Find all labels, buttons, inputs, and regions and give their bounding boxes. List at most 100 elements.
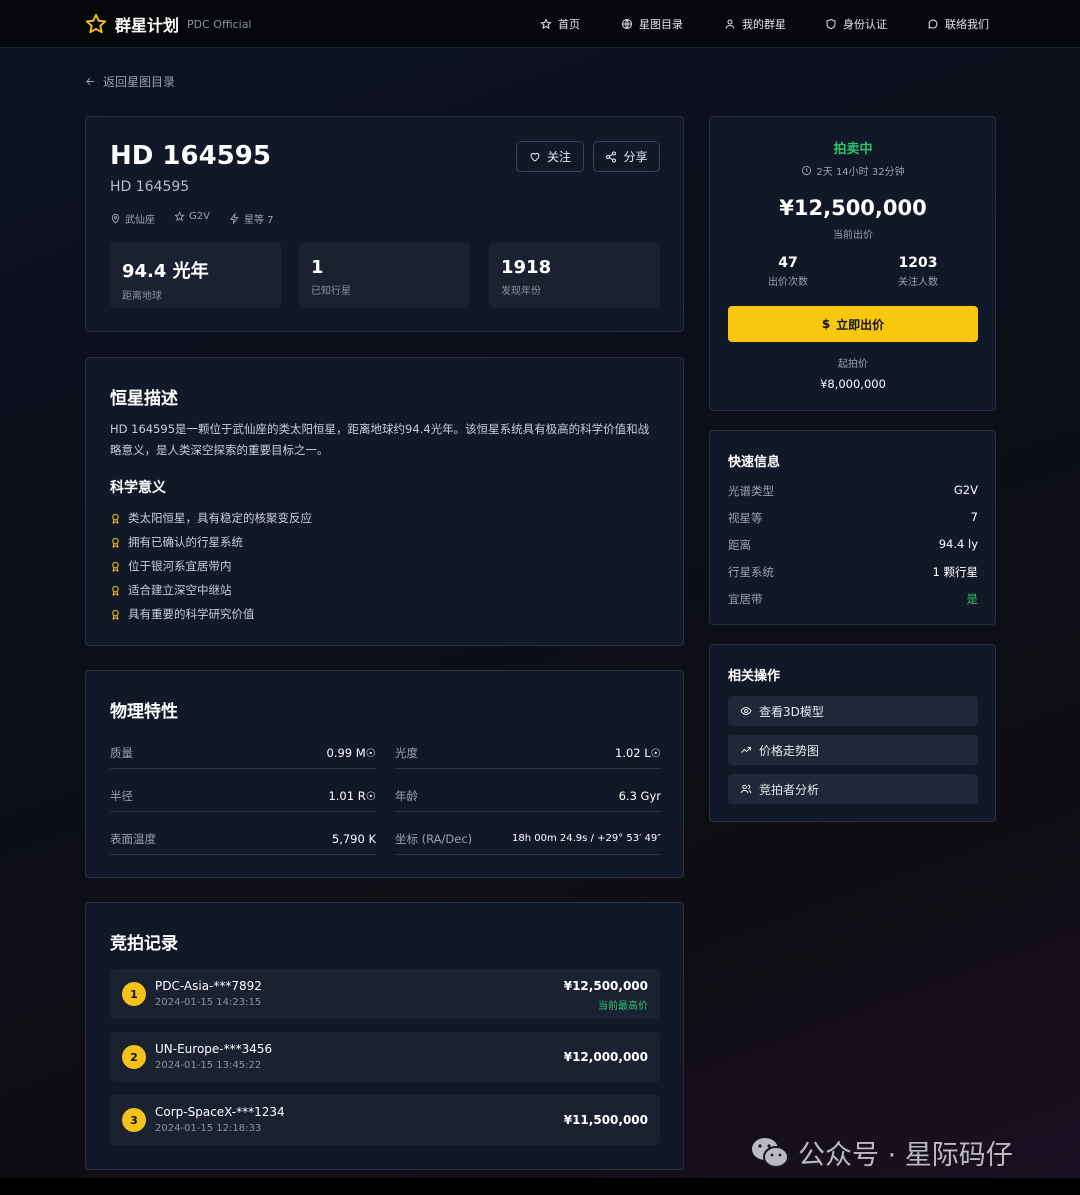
bidder-name: PDC-Asia-***7892 — [155, 979, 262, 993]
science-item: 类太阳恒星，具有稳定的核聚变反应 — [110, 510, 312, 526]
actions-title: 相关操作 — [728, 669, 781, 684]
bid-row: 2 UN-Europe-***3456 2024-01-15 13:45:22 … — [110, 1032, 660, 1082]
science-item-label: 适合建立深空中继站 — [128, 583, 232, 597]
nav-contact[interactable]: 联络我们 — [927, 0, 989, 48]
science-item: 位于银河系宜居带内 — [110, 558, 232, 574]
nav-identity[interactable]: 身份认证 — [825, 0, 887, 48]
award-icon — [112, 561, 119, 572]
bidder-analysis-button[interactable]: 竞拍者分析 — [728, 774, 978, 804]
bid-time: 2024-01-15 13:45:22 — [155, 1060, 262, 1071]
prop-value: 1.02 L☉ — [615, 745, 661, 760]
stat-discovery-label: 发现年份 — [501, 286, 541, 297]
quick-value: G2V — [953, 483, 978, 497]
followers-label: 关注人数 — [898, 277, 938, 288]
brand-subtitle: PDC Official — [187, 17, 252, 31]
share-button[interactable]: 分享 — [593, 141, 660, 172]
nav-home[interactable]: 首页 — [540, 0, 580, 48]
award-icon — [112, 609, 119, 620]
spectral-type: G2V — [189, 211, 210, 222]
arrow-left-icon — [86, 77, 95, 86]
nav-identity-label: 身份认证 — [843, 18, 887, 31]
prop-value: 0.99 M☉ — [326, 745, 377, 760]
start-price-label: 起拍价 — [838, 359, 868, 370]
quick-key: 宜居带 — [728, 592, 763, 606]
rank-badge: 1 — [122, 982, 146, 1006]
nav-catalog[interactable]: 星图目录 — [621, 0, 683, 48]
nav-contact-label: 联络我们 — [945, 18, 989, 31]
bid-records-card: 竞拍记录 1 PDC-Asia-***7892 2024-01-15 14:23… — [85, 902, 684, 1170]
auction-card: 拍卖中 2天 14小时 32分钟 ¥12,500,000 当前出价 47 出价次… — [709, 116, 996, 411]
bid-row: 1 PDC-Asia-***7892 2024-01-15 14:23:15 ¥… — [110, 969, 660, 1019]
heart-icon — [530, 152, 540, 162]
quick-value: 7 — [970, 510, 978, 524]
prop-coordinates: 坐标 (RA/Dec) 18h 00m 24.9s / +29° 53′ 49″ — [395, 823, 661, 855]
bid-now-label: 立即出价 — [836, 317, 885, 332]
star-logo-icon — [85, 13, 107, 34]
prop-mass: 质量 0.99 M☉ — [110, 737, 376, 769]
bid-time: 2024-01-15 12:18:33 — [155, 1123, 262, 1134]
science-item-label: 拥有已确认的行星系统 — [128, 535, 243, 549]
quick-value: 是 — [966, 592, 979, 606]
constellation: 武仙座 — [125, 215, 155, 226]
countdown-text: 2天 14小时 32分钟 — [816, 167, 905, 178]
bidder-name: Corp-SpaceX-***1234 — [155, 1105, 285, 1119]
stat-distance-value: 94.4 光年 — [122, 261, 209, 282]
bidder-name: UN-Europe-***3456 — [155, 1042, 273, 1056]
magnitude-meta: 星等 7 — [229, 211, 274, 226]
start-price: ¥8,000,000 — [820, 377, 886, 391]
quick-row-distance: 距离 94.4 ly — [728, 537, 978, 553]
lightning-icon — [229, 213, 239, 224]
prop-value: 1.01 R☉ — [328, 788, 376, 803]
spectral-meta: G2V — [174, 211, 210, 222]
description-text: HD 164595是一颗位于武仙座的类太阳恒星，距离地球约94.4光年。该恒星系… — [110, 422, 650, 457]
prop-value: 18h 00m 24.9s / +29° 53′ 49″ — [511, 833, 661, 844]
nav-home-label: 首页 — [558, 18, 580, 31]
price-trend-label: 价格走势图 — [759, 743, 820, 758]
quick-key: 距离 — [728, 538, 751, 552]
bid-now-button[interactable]: $ 立即出价 — [728, 306, 978, 342]
science-item: 具有重要的科学研究价值 — [110, 606, 255, 622]
quick-key: 视星等 — [728, 511, 763, 525]
clock-icon — [802, 165, 812, 176]
auction-status: 拍卖中 — [833, 142, 873, 157]
view-3d-model-button[interactable]: 查看3D模型 — [728, 696, 978, 726]
back-link-label: 返回星图目录 — [103, 75, 176, 89]
stat-planets: 1 已知行星 — [299, 243, 470, 308]
trend-icon — [741, 747, 751, 753]
prop-value: 5,790 K — [331, 831, 376, 846]
bidder-analysis-label: 竞拍者分析 — [759, 782, 820, 797]
science-item-label: 具有重要的科学研究价值 — [128, 607, 255, 621]
star-subtitle: HD 164595 — [110, 179, 190, 195]
watermark: 公众号 · 星际码仔 — [750, 1133, 1013, 1172]
bid-time: 2024-01-15 14:23:15 — [155, 997, 262, 1008]
bid-row: 3 Corp-SpaceX-***1234 2024-01-15 12:18:3… — [110, 1095, 660, 1145]
prop-key: 半径 — [110, 788, 133, 803]
followers-stat: 1203 关注人数 — [858, 255, 978, 288]
science-title: 科学意义 — [110, 480, 166, 496]
price-trend-button[interactable]: 价格走势图 — [728, 735, 978, 765]
bid-amount: ¥12,500,000 — [563, 979, 648, 993]
back-link[interactable]: 返回星图目录 — [85, 73, 175, 90]
countdown: 2天 14小时 32分钟 — [710, 163, 996, 178]
follow-button[interactable]: 关注 — [516, 141, 584, 172]
bid-amount: ¥11,500,000 — [563, 1113, 648, 1127]
prop-age: 年龄 6.3 Gyr — [395, 780, 661, 812]
star-outline-icon — [174, 211, 185, 222]
brand[interactable]: 群星计划 PDC Official — [85, 12, 252, 36]
physical-card: 物理特性 质量 0.99 M☉ 光度 1.02 L☉ 半径 1.01 R☉ 年龄… — [85, 670, 684, 878]
dollar-icon: $ — [821, 317, 831, 331]
bid-amount: ¥12,000,000 — [563, 1050, 648, 1064]
quick-key: 行星系统 — [728, 565, 774, 579]
nav-my-stars[interactable]: 我的群星 — [724, 0, 786, 48]
bid-note: 当前最高价 — [598, 1001, 648, 1012]
watermark-text: 公众号 · 星际码仔 — [798, 1140, 1013, 1171]
rank-badge: 3 — [122, 1108, 146, 1132]
bid-count-stat: 47 出价次数 — [728, 255, 848, 288]
current-price: ¥12,500,000 — [779, 196, 927, 220]
stat-planets-value: 1 — [311, 257, 324, 278]
bid-count: 47 — [778, 255, 798, 271]
globe-icon — [622, 19, 632, 29]
award-icon — [112, 537, 119, 548]
bottom-strip — [0, 1178, 1080, 1195]
science-item-label: 类太阳恒星，具有稳定的核聚变反应 — [128, 511, 312, 525]
